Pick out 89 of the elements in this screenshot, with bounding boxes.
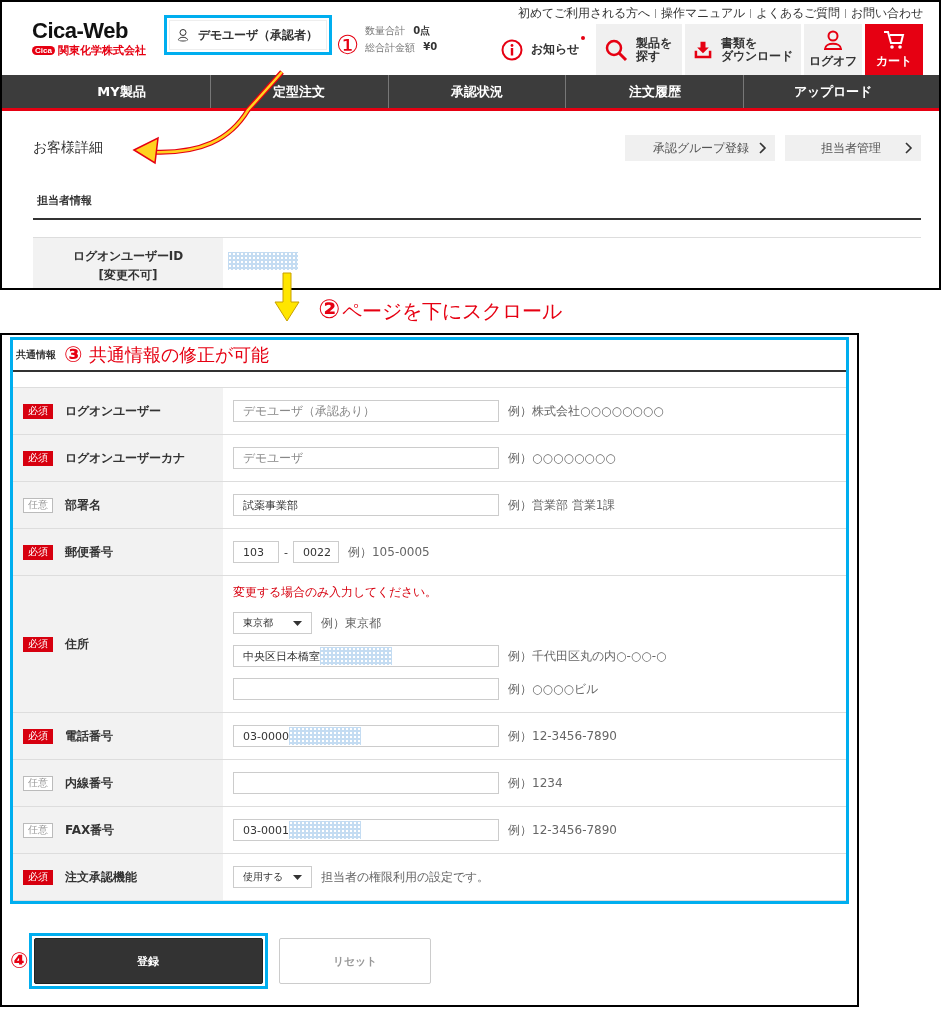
requirement-badge: 必須 — [23, 450, 53, 466]
input-field[interactable]: 03-0000 — [233, 725, 499, 747]
hint-text: 例）千代田区丸の内○-○○-○ — [508, 647, 667, 665]
requirement-badge: 必須 — [23, 403, 53, 419]
caret-icon — [293, 620, 302, 626]
hint-text: 例）105-0005 — [348, 543, 430, 561]
hint-text: 例）○○○○○○○○ — [508, 449, 616, 467]
person-icon — [823, 29, 843, 50]
section-title: 担当者情報 — [33, 185, 921, 220]
cart-icon — [883, 29, 905, 50]
hint-text: 担当者の権限利用の設定です。 — [321, 868, 489, 886]
search-button[interactable]: 製品を 探す — [596, 24, 682, 75]
logo-title[interactable]: Cica-Web — [32, 20, 160, 42]
nav-tab[interactable]: 承認状況 — [387, 75, 566, 108]
logo-badge: Cica — [32, 46, 55, 55]
caret-icon — [293, 874, 302, 880]
requirement-badge: 任意 — [23, 775, 53, 791]
total-label: 数量合計 — [365, 24, 406, 38]
input-field[interactable]: 中央区日本橋室 — [233, 645, 499, 667]
dropdown[interactable]: 使用する — [233, 866, 312, 888]
header-link[interactable]: よくあるご質問 — [756, 4, 840, 22]
link-button[interactable]: 承認グループ登録 — [625, 135, 775, 161]
field-label: ログオンユーザー — [65, 402, 161, 420]
separator-text: - — [284, 545, 288, 559]
link-button[interactable]: 担当者管理 — [785, 135, 921, 161]
user-button[interactable]: デモユーザ（承認者） — [169, 20, 327, 50]
hint-text: 例）株式会社○○○○○○○○ — [508, 402, 664, 420]
requirement-badge: 任意 — [23, 497, 53, 513]
annotation-number: ④ — [10, 947, 29, 975]
input-field[interactable]: デモユーザ — [233, 447, 499, 469]
input-field[interactable] — [233, 772, 499, 794]
field-label: 注文承認機能 — [65, 868, 137, 886]
annotation-number: ② — [318, 294, 340, 324]
nav-tab[interactable]: 定型注文 — [209, 75, 388, 108]
input-field[interactable] — [233, 678, 499, 700]
hint-text: 例）東京都 — [321, 614, 381, 632]
notice-button[interactable]: お知らせ — [493, 24, 587, 75]
hint-text: 例）○○○○ビル — [508, 680, 598, 698]
field-label: 部署名 — [65, 496, 101, 514]
input-field[interactable]: 0022 — [293, 541, 339, 563]
input-field[interactable]: 103 — [233, 541, 279, 563]
hint-text: 例）1234 — [508, 774, 563, 792]
nav-tab[interactable]: 注文履歴 — [565, 75, 744, 108]
note-text: 変更する場合のみ入力してください。 — [233, 584, 437, 601]
page-title: お客様詳細 — [33, 139, 103, 157]
logoff-button[interactable]: ログオフ — [804, 24, 862, 75]
field-label: 電話番号 — [65, 727, 113, 745]
nav-tab[interactable]: MY製品 — [33, 75, 210, 108]
requirement-badge: 任意 — [23, 822, 53, 838]
requirement-badge: 必須 — [23, 544, 53, 560]
requirement-badge: 必須 — [23, 869, 53, 885]
hint-text: 例）12-3456-7890 — [508, 727, 617, 745]
total-value: 0点 — [413, 24, 431, 38]
chevron-icon — [905, 142, 913, 154]
field-label: ログオンユーザーID — [72, 248, 184, 265]
input-field[interactable]: デモユーザ（承認あり） — [233, 400, 499, 422]
section-title: 共通情報 — [16, 348, 56, 362]
header-link[interactable]: 初めてご利用される方へ — [518, 4, 650, 22]
header-link[interactable]: 操作マニュアル — [661, 4, 745, 22]
field-label: [変更不可] — [98, 267, 158, 284]
total-label: 総合計金額 — [365, 41, 416, 55]
dropdown[interactable]: 東京都 — [233, 612, 312, 634]
hint-text: 例）営業部 営業1課 — [508, 496, 616, 514]
register-button[interactable]: 登録 — [33, 938, 263, 984]
header-link[interactable]: お問い合わせ — [851, 4, 923, 22]
hint-text: 例）12-3456-7890 — [508, 821, 617, 839]
field-label: 住所 — [65, 635, 89, 653]
field-label: ログオンユーザーカナ — [65, 449, 185, 467]
user-icon — [176, 28, 190, 42]
field-label: 郵便番号 — [65, 543, 113, 561]
chevron-icon — [759, 142, 767, 154]
annotation-text: ページを下にスクロール — [342, 298, 562, 325]
annotation-number: ① — [336, 32, 360, 58]
annotation-text: 共通情報の修正が可能 — [88, 343, 269, 367]
input-field[interactable]: 03-0001 — [233, 819, 499, 841]
company-name: 関東化学株式会社 — [57, 43, 146, 58]
annotation-number: ③ — [64, 341, 83, 369]
field-label: 内線番号 — [65, 774, 113, 792]
down-arrow — [274, 272, 300, 322]
total-value: ¥0 — [423, 41, 438, 54]
cart-button[interactable]: カート — [865, 24, 923, 75]
requirement-badge: 必須 — [23, 728, 53, 744]
field-label: FAX番号 — [65, 821, 115, 839]
download-button[interactable]: 書類を ダウンロード — [685, 24, 801, 75]
nav-tab[interactable]: アップロード — [743, 75, 921, 108]
info-icon — [501, 38, 523, 61]
requirement-badge: 必須 — [23, 636, 53, 652]
search-icon — [604, 37, 628, 62]
input-field[interactable]: 試薬事業部 — [233, 494, 499, 516]
